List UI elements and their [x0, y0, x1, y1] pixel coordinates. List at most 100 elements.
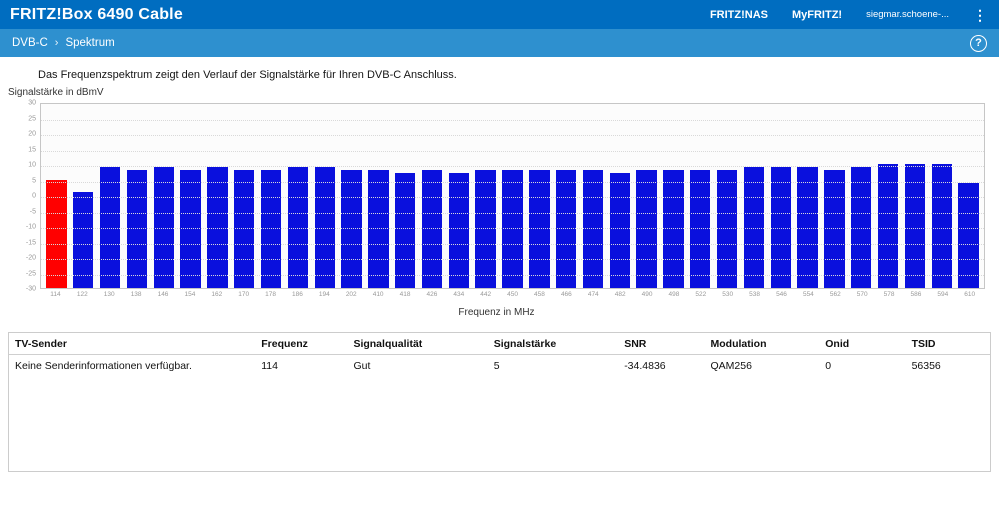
spectrum-bar[interactable] — [475, 170, 496, 288]
bar-cell — [955, 104, 982, 288]
bar-cell — [123, 104, 150, 288]
gridline — [41, 150, 984, 152]
bar-cell — [875, 104, 902, 288]
table-body: Keine Senderinformationen verfügbar. 114 G… — [9, 355, 990, 378]
spectrum-bar[interactable] — [529, 170, 550, 288]
spectrum-bar[interactable] — [904, 164, 926, 288]
y-tick-label: 10 — [28, 161, 36, 169]
bar-cell — [848, 104, 875, 288]
y-axis-title: Signalstärke in dBmV — [8, 87, 104, 98]
bar-cell — [526, 104, 553, 288]
breadcrumb-section[interactable]: DVB-C — [12, 37, 48, 49]
bar-cell — [687, 104, 714, 288]
x-tick-label: 122 — [76, 291, 88, 298]
table-row: Keine Senderinformationen verfügbar. 114 G… — [9, 355, 990, 378]
x-axis-title: Frequenz in MHz — [458, 307, 535, 319]
bar-cell — [258, 104, 285, 288]
x-tick-label: 458 — [534, 291, 545, 298]
table-cell: -34.4836 — [624, 360, 666, 373]
x-tick-label: 426 — [426, 291, 438, 298]
table-cell: 56356 — [911, 360, 941, 373]
channel-table: TV-Sender Frequenz Signalqualität Signalstä… — [9, 333, 990, 377]
spectrum-bar[interactable] — [555, 170, 577, 288]
spectrum-bar[interactable] — [260, 170, 282, 288]
gridline — [41, 181, 984, 183]
fritznas-link[interactable]: FRITZ!NAS — [710, 9, 768, 21]
spectrum-bar[interactable] — [126, 170, 148, 288]
column-header: TSID — [905, 333, 990, 356]
bar-cell — [472, 104, 499, 288]
x-tick-label: 538 — [749, 291, 761, 298]
x-tick-label: 522 — [695, 291, 707, 298]
bar-cell — [580, 104, 607, 288]
help-icon[interactable]: ? — [970, 34, 987, 52]
plot — [40, 103, 985, 289]
plot-wrap: 114 122 130 138 146 154 162 170 178 186 194 202 410 4… — [26, 100, 985, 298]
y-tick-label: 0 — [32, 192, 36, 200]
bar-cell — [419, 104, 446, 288]
spectrum-bar[interactable] — [448, 173, 470, 288]
spectrum-bar[interactable] — [421, 170, 443, 288]
spectrum-bar[interactable] — [636, 170, 657, 288]
spectrum-bar[interactable] — [368, 170, 389, 288]
gridline — [41, 274, 984, 276]
x-tick-label: 130 — [103, 291, 115, 298]
bar-cell — [606, 104, 633, 288]
breadcrumb-page: Spektrum — [65, 37, 115, 49]
spectrum-bar[interactable] — [502, 170, 523, 288]
x-tick-label: 178 — [265, 291, 276, 298]
x-tick-label: 554 — [802, 291, 814, 298]
myfritz-link[interactable]: MyFRITZ! — [792, 9, 842, 21]
bar-cell — [338, 104, 365, 288]
spectrum-bar[interactable] — [824, 170, 845, 288]
table-cell: 5 — [493, 360, 500, 373]
spectrum-bar[interactable] — [394, 173, 416, 288]
column-header: Modulation — [704, 333, 820, 356]
x-tick-label: 474 — [587, 291, 599, 298]
spectrum-bar[interactable] — [46, 179, 67, 288]
spectrum-bar[interactable] — [877, 164, 899, 288]
spectrum-bar[interactable] — [180, 170, 201, 288]
x-tick-label: 578 — [883, 291, 895, 298]
y-tick-label: 15 — [28, 146, 36, 153]
gridline — [41, 166, 984, 167]
x-tick-label: 530 — [722, 291, 734, 298]
x-tick-label: 170 — [238, 291, 250, 298]
bar-cell — [499, 104, 526, 288]
bar-cell — [633, 104, 660, 288]
spectrum-bar[interactable] — [690, 170, 711, 288]
bar-cell — [392, 104, 419, 288]
bar-cell — [445, 104, 472, 288]
x-tick-label: 162 — [211, 291, 223, 298]
kebab-menu-icon[interactable]: ⋮ — [973, 8, 987, 22]
bar-cell — [311, 104, 338, 288]
x-tick-label: 442 — [480, 291, 492, 298]
table-header-row: TV-Sender Frequenz Signalqualität Signalstä… — [9, 333, 990, 356]
spectrum-bar[interactable] — [663, 170, 684, 288]
x-tick-label: 434 — [453, 291, 465, 298]
gridline — [41, 135, 984, 136]
bar-cell — [150, 104, 177, 288]
spectrum-bar[interactable] — [341, 170, 362, 288]
y-tick-label: -10 — [25, 223, 36, 231]
spectrum-bar[interactable] — [716, 170, 738, 288]
table-cell: Keine Senderinformationen verfügbar. — [15, 360, 192, 373]
spectrum-bar[interactable] — [609, 173, 630, 288]
x-tick-label: 202 — [345, 291, 357, 298]
x-tick-label: 410 — [372, 291, 384, 298]
bars-container — [41, 104, 984, 288]
spectrum-bar[interactable] — [234, 170, 255, 288]
x-tick-label: 586 — [910, 291, 922, 298]
top-header: FRITZ!Box 6490 Cable FRITZ!NAS MyFRITZ! … — [0, 0, 999, 29]
spectrum-bar[interactable] — [582, 170, 604, 288]
chevron-right-icon: › — [54, 37, 59, 49]
logged-in-user: siegmar.schoene-... — [866, 9, 949, 20]
x-tick-label: 450 — [507, 291, 519, 298]
gridline — [41, 119, 984, 121]
bar-cell — [204, 104, 231, 288]
spectrum-bar[interactable] — [931, 164, 952, 288]
table-cell: 114 — [261, 360, 278, 373]
spectrum-bar[interactable] — [958, 182, 979, 288]
y-tick-label: 25 — [28, 115, 36, 122]
column-header: TV-Sender — [9, 333, 256, 356]
